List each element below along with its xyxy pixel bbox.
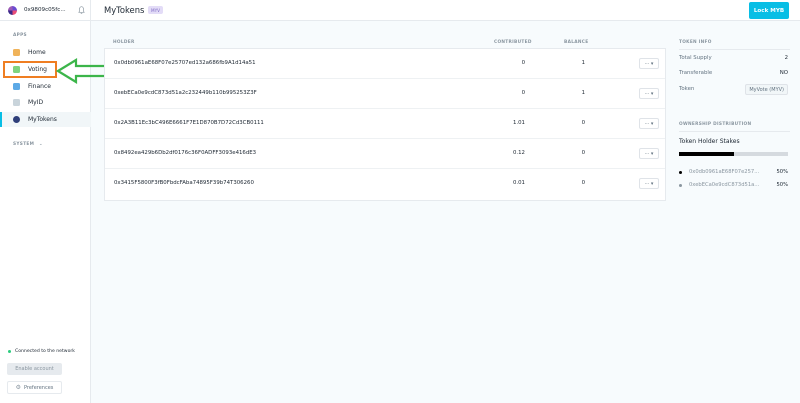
sidebar-item-mytokens[interactable]: MyTokens <box>0 112 91 127</box>
token-row: Token MyVote (MYV) <box>679 84 788 96</box>
stake-distribution-bar <box>679 152 788 156</box>
connection-text: Connected to the network <box>15 349 75 354</box>
system-menu-toggle[interactable]: SYSTEM ⌄ <box>13 142 43 147</box>
token-label: Token <box>679 86 695 92</box>
column-holder: HOLDER <box>113 40 135 45</box>
app-header: MyTokens MYV Lock MYB <box>91 0 800 21</box>
balance-value: 0 <box>581 150 585 156</box>
stakes-title: Token Holder Stakes <box>679 138 740 145</box>
legend-dot <box>679 184 682 187</box>
row-actions-button[interactable]: ··· ▾ <box>639 58 659 69</box>
legend-dot <box>679 171 682 174</box>
sidebar-item-label: Home <box>28 49 46 56</box>
contributed-value: 1.01 <box>512 120 525 126</box>
divider <box>679 49 790 50</box>
transferable-value: NO <box>779 70 788 76</box>
ownership-label: OWNERSHIP DISTRIBUTION <box>679 122 752 127</box>
sidebar-item-label: MyTokens <box>28 116 57 123</box>
contributed-value: 0.12 <box>512 150 525 156</box>
stake-holder-address[interactable]: 0x0db0961aE68F07e257... <box>689 169 759 175</box>
table-row: 0x3415F5800F3fB0FbdcFAba74895F39b74T3062… <box>105 169 665 199</box>
holder-address: 0x8492ea429b6Db2df0176c36F0ADFF3093e416d… <box>114 150 257 156</box>
holders-table: 0x0db0961aE68F07e25707ed132a686fb9A1d14a… <box>104 48 666 201</box>
contributed-value: 0.01 <box>512 180 525 186</box>
gear-icon: ⚙ <box>15 384 21 391</box>
table-row: 0x2A3B11Ec3bC496E6661F7E1D870B7D72Cd3CB0… <box>105 109 665 139</box>
contributed-value: 0 <box>521 60 525 66</box>
status-dot <box>8 350 11 353</box>
sidebar-item-label: Finance <box>28 83 51 90</box>
chevron-down-icon: ⌄ <box>39 142 43 147</box>
finance-app-icon <box>13 83 20 90</box>
row-actions-button[interactable]: ··· ▾ <box>639 88 659 99</box>
row-actions-button[interactable]: ··· ▾ <box>639 118 659 129</box>
myid-app-icon <box>13 99 20 106</box>
token-tag-badge: MYV <box>148 6 164 14</box>
contributed-value: 0 <box>521 90 525 96</box>
total-supply-label: Total Supply <box>679 55 712 61</box>
holder-address: 0x3415F5800F3fB0FbdcFAba74895F39b74T3062… <box>114 180 254 186</box>
stake-holder-percent: 50% <box>776 169 788 175</box>
total-supply-row: Total Supply 2 <box>679 53 788 65</box>
annotation-highlight-box <box>3 61 57 78</box>
table-row: 0x8492ea429b6Db2df0176c36F0ADFF3093e416d… <box>105 139 665 169</box>
sidebar-item-label: MyID <box>28 99 44 106</box>
column-contributed: CONTRIBUTED <box>494 40 532 45</box>
stake-holder-percent: 50% <box>776 182 788 188</box>
lock-tokens-button[interactable]: Lock MYB <box>749 2 789 19</box>
stake-holder-item: 0xebECa0e9cdC873d51a... 50% <box>679 181 788 191</box>
table-row: 0xebECa0e9cdC873d51a2c232449b110b995253Z… <box>105 79 665 109</box>
table-header: HOLDER CONTRIBUTED BALANCE <box>104 38 666 48</box>
account-avatar <box>8 5 17 15</box>
row-actions-button[interactable]: ··· ▾ <box>639 178 659 189</box>
preferences-button[interactable]: ⚙ Preferences <box>7 381 62 394</box>
stake-holder-address[interactable]: 0xebECa0e9cdC873d51a... <box>689 182 759 188</box>
holder-address: 0x2A3B11Ec3bC496E6661F7E1D870B7D72Cd3CB0… <box>114 120 264 126</box>
transferable-label: Transferable <box>679 70 713 76</box>
balance-value: 0 <box>581 120 585 126</box>
stake-segment-holder-1 <box>679 152 734 156</box>
enable-account-button[interactable]: Enable account <box>7 363 62 375</box>
row-actions-button[interactable]: ··· ▾ <box>639 148 659 159</box>
balance-value: 1 <box>581 60 585 66</box>
mytokens-app-icon <box>13 116 20 123</box>
holder-address: 0x0db0961aE68F07e25707ed132a686fb9A1d14a… <box>114 60 256 66</box>
token-name-badge: MyVote (MYV) <box>745 84 788 95</box>
connection-status: Connected to the network <box>8 349 75 354</box>
divider <box>679 131 790 132</box>
balance-value: 1 <box>581 90 585 96</box>
account-selector[interactable]: 0x9809c05fc... <box>0 0 91 21</box>
table-row: 0x0db0961aE68F07e25707ed132a686fb9A1d14a… <box>105 49 665 79</box>
balance-value: 0 <box>581 180 585 186</box>
system-label: SYSTEM <box>13 142 35 147</box>
page-title: MyTokens <box>104 5 145 15</box>
preferences-label: Preferences <box>23 384 54 391</box>
total-supply-value: 2 <box>784 55 788 61</box>
column-balance: BALANCE <box>564 40 589 45</box>
apps-label: APPS <box>13 33 27 38</box>
home-app-icon <box>13 49 20 56</box>
token-info-label: TOKEN INFO <box>679 40 712 45</box>
account-address: 0x9809c05fc... <box>24 7 66 13</box>
holder-address: 0xebECa0e9cdC873d51a2c232449b110b995253Z… <box>114 90 257 96</box>
sidebar-item-myid[interactable]: MyID <box>0 95 91 110</box>
stake-segment-holder-2 <box>733 152 788 156</box>
bell-icon[interactable] <box>78 6 85 14</box>
stake-holder-item: 0x0db0961aE68F07e257... 50% <box>679 168 788 178</box>
transferable-row: Transferable NO <box>679 68 788 80</box>
